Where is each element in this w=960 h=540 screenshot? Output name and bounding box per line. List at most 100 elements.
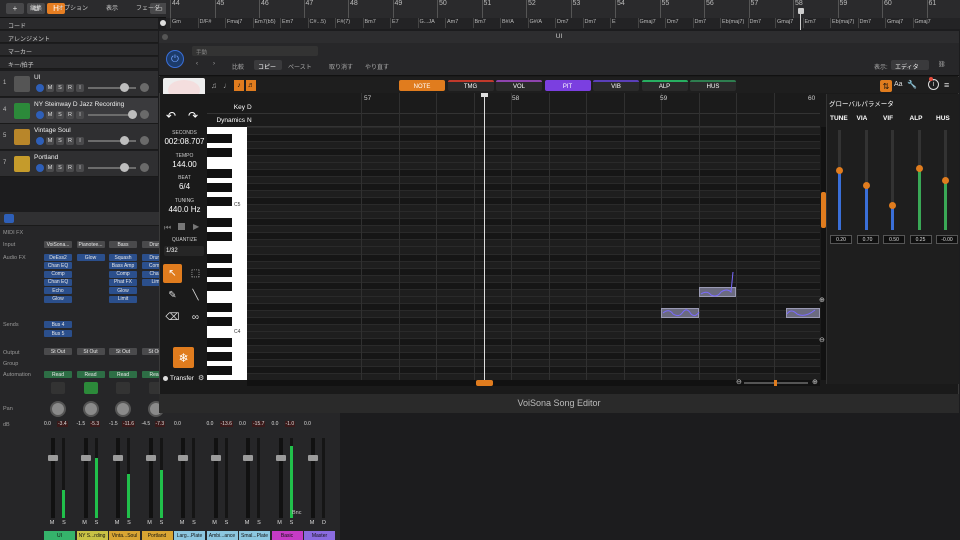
output-slot[interactable]: St Out [109, 348, 137, 355]
line-tool-icon[interactable]: ╲ [186, 286, 205, 305]
output-slot[interactable]: St Out [76, 348, 105, 355]
playhead-marker-icon[interactable] [798, 8, 804, 14]
snowflake-icon[interactable]: ❄ [173, 347, 194, 368]
track-name[interactable]: Vintage Soul [34, 127, 71, 134]
mixer-power-icon[interactable] [4, 214, 14, 223]
r-button[interactable]: R [66, 163, 74, 172]
chord-label[interactable]: E7 [392, 19, 399, 25]
r-button[interactable]: R [66, 110, 74, 119]
undo-icon[interactable]: ↶ [166, 109, 176, 123]
mute-button[interactable]: M [48, 519, 56, 527]
chord-label[interactable]: F#(7) [337, 19, 350, 25]
mixer-menu-edit[interactable]: 編集 [30, 3, 42, 12]
playhead-handle-icon[interactable] [481, 93, 488, 97]
audio-fx-slot[interactable]: Echo [44, 287, 72, 295]
chord-label[interactable]: Dm7 [585, 19, 597, 25]
zoom-in-icon[interactable]: ⊕ [812, 378, 818, 386]
zoom-knob[interactable] [774, 380, 777, 386]
black-key[interactable] [207, 148, 232, 158]
audio-fx-slot[interactable]: Chan EQ [44, 278, 72, 286]
mic-icon[interactable]: ♫ [211, 81, 217, 90]
stop-icon[interactable] [178, 223, 185, 230]
fader-cap[interactable] [113, 455, 123, 461]
plugin-power-icon[interactable]: ⏻ [166, 50, 184, 68]
channel-name[interactable]: Larg...Plate [174, 531, 205, 540]
channel-name[interactable]: NY S...rding [76, 531, 108, 540]
param-value[interactable]: 0.20 [830, 235, 852, 244]
audio-fx-slot[interactable]: Chan EQ [44, 262, 72, 270]
param-value[interactable]: -0.00 [936, 235, 958, 244]
horizontal-scrollbar[interactable] [247, 380, 820, 386]
m-button[interactable]: M [46, 110, 54, 119]
pan-knob[interactable] [82, 401, 99, 417]
track-header[interactable]: 4 NY Steinway D Jazz Recording M S R I [0, 97, 158, 124]
fader-track[interactable] [246, 438, 250, 518]
audio-fx-slot[interactable]: Glow [76, 254, 105, 261]
solo-button[interactable]: S [158, 519, 166, 527]
black-key[interactable] [207, 351, 232, 361]
mute-button[interactable]: M [178, 519, 186, 527]
s-button[interactable]: S [56, 137, 64, 145]
solo-button[interactable]: S [288, 519, 296, 527]
mute-button[interactable]: M [211, 519, 219, 527]
automation-slot[interactable]: Read [44, 371, 72, 378]
horizontal-scroll-thumb[interactable] [476, 380, 493, 386]
m-button[interactable]: M [46, 163, 54, 172]
param-value[interactable]: 0.50 [883, 235, 905, 244]
zoom-out-icon[interactable]: ⊖ [736, 378, 742, 386]
mute-button[interactable]: M [146, 519, 154, 527]
audio-fx-slot[interactable]: DeEss2 [44, 254, 72, 261]
track-header[interactable]: 7 Portland M S R I [0, 150, 158, 177]
font-size-button[interactable]: Aa [894, 81, 903, 88]
fx-toggle-icon[interactable]: ♪ [234, 80, 244, 91]
black-key[interactable] [207, 134, 232, 144]
display-select[interactable]: エディタ [891, 60, 929, 71]
solo-button[interactable]: S [93, 519, 101, 527]
chord-label[interactable]: Dm7 [860, 19, 872, 25]
mixer-menu-options[interactable]: オプション [58, 3, 88, 12]
link-icon[interactable]: ⛓ [938, 61, 946, 68]
chord-label[interactable]: Dm7 [695, 19, 707, 25]
close-icon[interactable] [162, 34, 168, 40]
fader-track[interactable] [148, 438, 153, 518]
param-slider-knob[interactable] [942, 177, 949, 184]
chord-label[interactable]: D/F# [200, 19, 212, 25]
param-slider-knob[interactable] [862, 182, 870, 189]
audio-fx-slot[interactable]: Phat FX [109, 278, 137, 286]
timeline-header[interactable] [247, 93, 820, 127]
score-icon[interactable]: ♩ [223, 81, 231, 90]
editor-playhead[interactable] [484, 93, 485, 383]
fader-track[interactable] [116, 438, 120, 518]
chord-label[interactable]: C#...5) [310, 19, 327, 25]
fader-track[interactable] [51, 438, 55, 518]
chord-label[interactable]: Em7 [282, 19, 293, 25]
fader-cap[interactable] [243, 455, 253, 461]
black-key[interactable] [207, 218, 232, 228]
black-key[interactable] [207, 183, 232, 193]
s-button[interactable]: S [56, 84, 64, 92]
chord-label[interactable]: Eb(maj7) [832, 19, 854, 25]
fader-track[interactable] [181, 438, 185, 518]
pan-knob[interactable] [140, 109, 149, 119]
mute-button[interactable]: M [113, 519, 121, 527]
tab-pit[interactable]: PIT [544, 80, 591, 91]
fader-cap[interactable] [275, 455, 286, 461]
rewind-icon[interactable]: ⏮ [164, 223, 171, 233]
pan-knob[interactable] [115, 401, 131, 417]
pan-knob[interactable] [50, 401, 66, 417]
dynamics-row-value[interactable]: N [247, 117, 252, 124]
channel-name[interactable]: Master [304, 531, 335, 540]
channel-name[interactable]: UI [44, 531, 75, 540]
key-row-value[interactable]: D [247, 104, 252, 111]
global-track-key-signature[interactable]: キー/拍子 [0, 57, 158, 69]
mute-button[interactable]: M [243, 519, 251, 527]
channel-name[interactable]: Portland [141, 531, 173, 540]
black-key[interactable] [207, 267, 232, 277]
r-button[interactable]: R [66, 137, 74, 145]
black-key[interactable] [207, 316, 232, 326]
volume-knob[interactable] [128, 109, 137, 119]
fader-track[interactable] [278, 438, 283, 518]
quantize-select[interactable]: 1/32 [164, 246, 204, 256]
i-button[interactable]: I [76, 137, 84, 145]
black-key[interactable] [207, 302, 232, 312]
